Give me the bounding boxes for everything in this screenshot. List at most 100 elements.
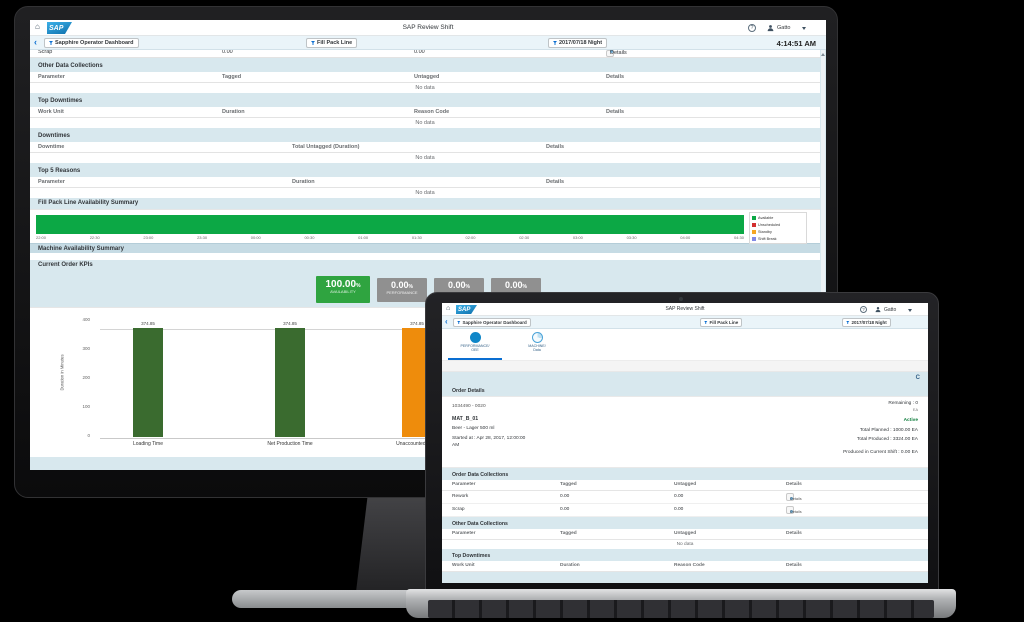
empty-row: No data: [30, 153, 820, 163]
details-button[interactable]: Details: [606, 50, 614, 57]
details-label: Details: [790, 510, 802, 514]
help-icon[interactable]: ?: [748, 24, 756, 32]
section-title-machine-summary[interactable]: Machine Availability Summary: [30, 243, 820, 253]
table-row-scrap: Scrap 0.00 0.00 Details: [442, 504, 928, 517]
col-duration: Duration: [292, 179, 315, 185]
back-icon[interactable]: ‹: [445, 317, 448, 326]
laptop-base: [406, 589, 956, 618]
y-tick: 400: [70, 317, 90, 322]
col-tagged: Tagged: [560, 482, 577, 487]
filter-shift-button[interactable]: 2017/07/18 Night: [548, 38, 607, 48]
table-header: Work Unit Duration Reason Code Details: [442, 561, 928, 572]
tab-machine-data[interactable]: MACHINE/ Data: [516, 331, 558, 353]
back-icon[interactable]: ‹: [34, 37, 37, 47]
chevron-down-icon[interactable]: [908, 309, 912, 312]
filter-shift-button[interactable]: 2017/07/18 Night: [842, 318, 891, 327]
cell-tagged: 0.00: [560, 507, 569, 512]
col-details: Details: [786, 482, 802, 487]
availability-timeline-chart: 22:00 22:30 23:00 23:30 00:00 00:30 01:0…: [30, 209, 820, 243]
cell-parameter: Scrap: [452, 507, 465, 512]
started-at: Started at : Apr 28, 2017, 12:00:00: [452, 436, 525, 441]
col-details: Details: [606, 109, 624, 115]
col-reason-code: Reason Code: [414, 109, 449, 115]
y-tick: 300: [70, 346, 90, 351]
section-title-downtimes: Downtimes: [30, 131, 820, 142]
monitor-shell-bar: ⌂ SAP SAP Review Shift ? Gatto: [30, 20, 826, 36]
filter-line-button[interactable]: Fill Pack Line: [700, 318, 742, 327]
laptop-shell-bar: ⌂ SAP SAP Review Shift ? Gatto: [442, 303, 928, 316]
col-details: Details: [546, 144, 564, 150]
filter-line-button[interactable]: Fill Pack Line: [306, 38, 357, 48]
user-icon: [875, 306, 881, 313]
bar-loading-time: [133, 328, 163, 437]
cell-tagged: 0.00: [222, 50, 233, 55]
user-menu[interactable]: Gatto: [777, 25, 790, 31]
table-row-scrap-partial: Scrap 0.00 0.00 Details: [30, 50, 820, 58]
collapsed-panel: [30, 253, 820, 260]
table-header: Parameter Tagged Untagged Details: [30, 72, 820, 83]
tab-performance-oee[interactable]: PERFORMANCE/ OEE: [448, 331, 502, 353]
availability-timeline-bar: [36, 215, 744, 234]
total-produced: Total Produced : 3324.00 EA: [857, 437, 918, 442]
scroll-up-icon[interactable]: [821, 53, 825, 56]
started-at-meridiem: AM: [452, 443, 459, 448]
toolbar-strip: [442, 361, 928, 372]
filter-icon: [846, 321, 850, 325]
table-header: Work Unit Duration Reason Code Details: [30, 107, 820, 118]
app-title: SAP Review Shift: [592, 306, 778, 312]
remaining-qty: Remaining : 0: [888, 401, 918, 406]
col-downtime: Downtime: [38, 144, 64, 150]
laptop-bezel: ⌂ SAP SAP Review Shift ? Gatto ‹ Sapphir…: [425, 292, 939, 592]
home-icon[interactable]: ⌂: [446, 305, 450, 312]
legend-swatch: [752, 223, 756, 227]
legend-label: Available: [758, 216, 773, 220]
kpi-value: 0.00%: [491, 281, 541, 291]
details-button[interactable]: Details: [786, 493, 794, 501]
refresh-icon[interactable]: C: [916, 375, 920, 381]
bar-value-label: 374.85: [275, 321, 305, 326]
col-tagged: Tagged: [560, 531, 577, 536]
col-parameter: Parameter: [38, 74, 65, 80]
table-header: Parameter Tagged Untagged Details: [442, 529, 928, 540]
section-title-top-downtimes: Top Downtimes: [442, 551, 928, 561]
empty-row: No data: [30, 118, 820, 128]
col-reason-code: Reason Code: [674, 563, 705, 568]
x-category-label: Net Production Time: [245, 441, 335, 447]
col-details: Details: [786, 531, 802, 536]
laptop-tab-strip: PERFORMANCE/ OEE MACHINE/ Data: [442, 329, 928, 361]
col-details: Details: [786, 563, 802, 568]
status-badge: Active: [904, 418, 918, 423]
chevron-down-icon[interactable]: [802, 27, 806, 30]
filter-line-label: Fill Pack Line: [317, 40, 352, 46]
kpi-availability-tile[interactable]: 100.00% AVAILABILITY: [316, 276, 370, 303]
cell-untagged: 0.00: [414, 50, 425, 55]
help-icon[interactable]: ?: [860, 306, 867, 313]
monitor-filter-bar: ‹ Sapphire Operator Dashboard Fill Pack …: [30, 36, 826, 50]
filter-line-label: Fill Pack Line: [710, 320, 739, 325]
col-untagged: Untagged: [414, 74, 439, 80]
col-total-untagged: Total Untagged (Duration): [292, 144, 359, 150]
section-title-order-data: Order Data Collections: [442, 470, 928, 480]
tick: 02:30: [519, 235, 529, 240]
filter-dashboard-button[interactable]: Sapphire Operator Dashboard: [44, 38, 139, 48]
y-tick: 100: [70, 404, 90, 409]
tick: 04:00: [680, 235, 690, 240]
user-menu[interactable]: Gatto: [884, 307, 896, 313]
active-tab-underline: [448, 358, 502, 360]
filter-dashboard-button[interactable]: Sapphire Operator Dashboard: [453, 318, 531, 327]
tick: 03:00: [573, 235, 583, 240]
tick: 00:30: [304, 235, 314, 240]
section-title-order-details: Order Details: [442, 386, 928, 396]
kpi-value: 0.00%: [434, 281, 484, 291]
home-icon[interactable]: ⌂: [35, 23, 40, 31]
section-title-availability: Fill Pack Line Availability Summary: [30, 198, 820, 209]
col-parameter: Parameter: [38, 179, 65, 185]
filter-shift-label: 2017/07/18 Night: [852, 320, 887, 325]
details-button[interactable]: Details: [786, 506, 794, 514]
laptop-screen: ⌂ SAP SAP Review Shift ? Gatto ‹ Sapphir…: [442, 303, 928, 583]
tab-label: Data: [516, 348, 558, 352]
cell-tagged: 0.00: [560, 494, 569, 499]
details-label: Details: [790, 497, 802, 501]
filter-icon: [49, 41, 53, 45]
kpi-performance-tile[interactable]: 0.00% PERFORMANCE: [377, 278, 427, 302]
